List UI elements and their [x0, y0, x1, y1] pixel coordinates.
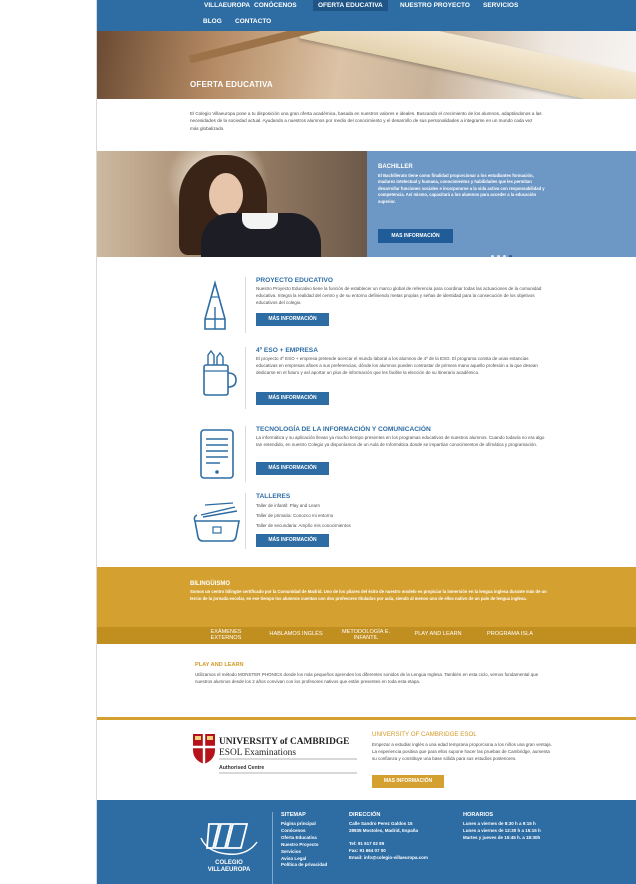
- page-title: OFERTA EDUCATIVA: [190, 80, 273, 89]
- tic-more-button[interactable]: MÁS INFORMACIÓN: [256, 462, 329, 475]
- feature-tic: TECNOLOGÍA DE LA INFORMACIÓN Y COMUNICAC…: [187, 426, 547, 482]
- tab-play-and-learn[interactable]: PLAY AND LEARN: [406, 631, 470, 638]
- cambridge-logo-line3: Authorised Centre: [219, 765, 264, 771]
- nav-item-contacto[interactable]: CONTACTO: [230, 16, 276, 27]
- feature-title: PROYECTO EDUCATIVO: [256, 277, 334, 284]
- horario-line: Lunes a viernes de 12:30 h a 15:15 h: [463, 827, 541, 833]
- page: VILLAEUROPA CONÓCENOS OFERTA EDUCATIVA N…: [96, 0, 636, 884]
- feature-divider: [245, 277, 246, 333]
- tab-examenes-externos[interactable]: EXÁMENES EXTERNOS: [201, 629, 251, 641]
- nav-item-conocenos[interactable]: CONÓCENOS: [249, 0, 302, 11]
- play-and-learn-title: PLAY AND LEARN: [195, 662, 244, 668]
- bilinguismo-tabs: EXÁMENES EXTERNOS HABLAMOS INGLÉS METODO…: [97, 627, 636, 644]
- feature-text: Nuestro Proyecto Educativo tiene la func…: [256, 286, 542, 306]
- slider-dots: [491, 245, 515, 257]
- section-divider: [97, 717, 636, 720]
- feature-talleres: TALLERES Taller de infantil: Play and Le…: [187, 493, 547, 549]
- footer-direccion: DIRECCIÓN Calle Sandro Perez Galdos 15 2…: [349, 812, 449, 862]
- feature-divider: [245, 347, 246, 409]
- taller-line: Taller de primaria: Conozco mi entorno: [256, 513, 334, 518]
- slider-dot-active[interactable]: [509, 255, 512, 257]
- taller-line: Taller de secundaria: Amplío mis conocim…: [256, 523, 351, 528]
- cambridge-title: UNIVERSITY OF CAMBRIDGE ESOL: [372, 731, 477, 738]
- feature-divider: [245, 426, 246, 482]
- direccion-title: DIRECCIÓN: [349, 812, 381, 818]
- direccion-line: 28935 Mostoles, Madrid, España: [349, 827, 419, 833]
- slider-text: El Bachillerato tiene como finalidad pro…: [378, 173, 545, 204]
- feature-text: La informática y su aplicación llevan ya…: [256, 435, 545, 448]
- bilinguismo-title: BILINGÜISMO: [190, 581, 230, 587]
- bilinguismo-text: Somos un centro bilingüe certificado por…: [190, 589, 547, 601]
- horario-line: Lunes a viernes de 8:30 h a 9:15 h: [463, 821, 536, 826]
- direccion-phone: Tel: 91 617 02 89: [349, 840, 385, 846]
- eso-empresa-more-button[interactable]: MÁS INFORMACIÓN: [256, 392, 329, 405]
- slider-photo: [97, 151, 367, 257]
- direccion-fax: Fax: 91 664 07 00: [349, 847, 386, 853]
- slider-photo-face: [209, 173, 243, 217]
- horarios-title: HORARIOS: [463, 812, 494, 818]
- nav-item-servicios[interactable]: SERVICIOS: [478, 0, 523, 11]
- bilinguismo-section: BILINGÜISMO Somos un centro bilingüe cer…: [97, 567, 636, 628]
- slider-title: BACHILLER: [378, 164, 413, 170]
- main-nav: VILLAEUROPA CONÓCENOS OFERTA EDUCATIVA N…: [97, 0, 636, 31]
- pencil-cup-icon: [203, 349, 237, 396]
- footer-separator: [272, 812, 273, 884]
- nav-item-nuestro-proyecto[interactable]: NUESTRO PROYECTO: [395, 0, 475, 11]
- hero-ruler-image: [299, 31, 636, 99]
- talleres-more-button[interactable]: MÁS INFORMACIÓN: [256, 534, 329, 547]
- intro-text: El Colegio Villaeuropa pone a tu disposi…: [190, 111, 542, 131]
- slider-dot[interactable]: [491, 255, 494, 257]
- footer-logo-name: COLEGIO VILLAEUROPA: [207, 860, 251, 873]
- slider-more-info-button[interactable]: MAS INFORMACIÓN: [378, 229, 453, 243]
- direccion-line: Calle Sandro Perez Galdos 15: [349, 821, 413, 826]
- tab-hablamos-ingles[interactable]: HABLAMOS INGLÉS: [261, 631, 331, 638]
- feature-text: El proyecto 4º ESO + empresa pretende ac…: [256, 356, 538, 376]
- feature-proyecto-educativo: PROYECTO EDUCATIVO Nuestro Proyecto Educ…: [187, 277, 547, 333]
- feature-lines: Taller de infantil: Play and Learn Talle…: [256, 501, 546, 531]
- sitemap-title: SITEMAP: [281, 812, 306, 818]
- sitemap-link-conocenos[interactable]: Conócenos: [281, 828, 339, 835]
- sitemap-link-aviso-legal[interactable]: Aviso Legal: [281, 856, 339, 863]
- colegio-logo-icon: [200, 823, 258, 855]
- feature-divider: [245, 493, 246, 549]
- sitemap-link-proyecto[interactable]: Nuestro Proyecto: [281, 842, 339, 849]
- direccion-email[interactable]: Email: info@colegio-villaeuropa.com: [349, 855, 449, 862]
- slider-dot[interactable]: [503, 255, 506, 257]
- cambridge-logo-line1: UNIVERSITY of CAMBRIDGE: [219, 737, 349, 747]
- taller-line: Taller de infantil: Play and Learn: [256, 503, 321, 508]
- play-and-learn-text: Utilizamos el método MONSTER PHONICS don…: [195, 672, 539, 685]
- proyecto-educativo-more-button[interactable]: MÁS INFORMACIÓN: [256, 313, 329, 326]
- feature-title: 4º ESO + EMPRESA: [256, 347, 318, 354]
- footer-sitemap: SITEMAP Página principal Conócenos Ofert…: [281, 812, 339, 869]
- sitemap-link-home[interactable]: Página principal: [281, 821, 339, 828]
- cambridge-more-info-button[interactable]: MAS INFORMACIÓN: [372, 775, 444, 788]
- cambridge-text: Empezar a estudiar inglés a una edad tem…: [372, 742, 552, 762]
- feature-eso-empresa: 4º ESO + EMPRESA El proyecto 4º ESO + em…: [187, 347, 547, 409]
- slider-photo-collar: [242, 213, 278, 229]
- sitemap-link-oferta[interactable]: Oferta Educativa: [281, 835, 339, 842]
- sitemap-link-privacidad[interactable]: Política de privacidad: [281, 862, 339, 869]
- pencil-icon: [204, 280, 226, 330]
- play-and-learn-panel: PLAY AND LEARN Utilizamos el método MONS…: [195, 662, 547, 685]
- footer: COLEGIO VILLAEUROPA SITEMAP Página princ…: [97, 800, 636, 884]
- footer-horarios: HORARIOS Lunes a viernes de 8:30 h a 9:1…: [463, 812, 543, 842]
- feature-title: TALLERES: [256, 493, 291, 500]
- sitemap-link-servicios[interactable]: Servicios: [281, 849, 339, 856]
- nav-item-villaeuropa[interactable]: VILLAEUROPA: [199, 0, 255, 11]
- cambridge-logo-line2: ESOL Examinations: [219, 748, 296, 758]
- pencil-case-icon: [193, 502, 240, 542]
- feature-title: TECNOLOGÍA DE LA INFORMACIÓN Y COMUNICAC…: [256, 426, 431, 433]
- tab-programa-isla[interactable]: PROGRAMA ISLA: [479, 631, 541, 638]
- slider-dot[interactable]: [497, 255, 500, 257]
- bachiller-slider: BACHILLER El Bachillerato tiene como fin…: [97, 151, 636, 257]
- nav-item-blog[interactable]: BLOG: [198, 16, 227, 27]
- horario-line: Martes y jueves de 15:45 h. a 18:30h: [463, 834, 541, 840]
- cambridge-esol-logo: UNIVERSITY of CAMBRIDGE ESOL Examination…: [191, 730, 361, 776]
- tab-metodologia-infantil[interactable]: METODOLOGÍA E. INFANTIL: [335, 629, 397, 641]
- tablet-icon: [200, 429, 234, 479]
- nav-item-oferta-educativa[interactable]: OFERTA EDUCATIVA: [313, 0, 388, 11]
- footer-logo[interactable]: COLEGIO VILLAEUROPA: [197, 818, 261, 884]
- hero-banner: OFERTA EDUCATIVA: [97, 31, 636, 99]
